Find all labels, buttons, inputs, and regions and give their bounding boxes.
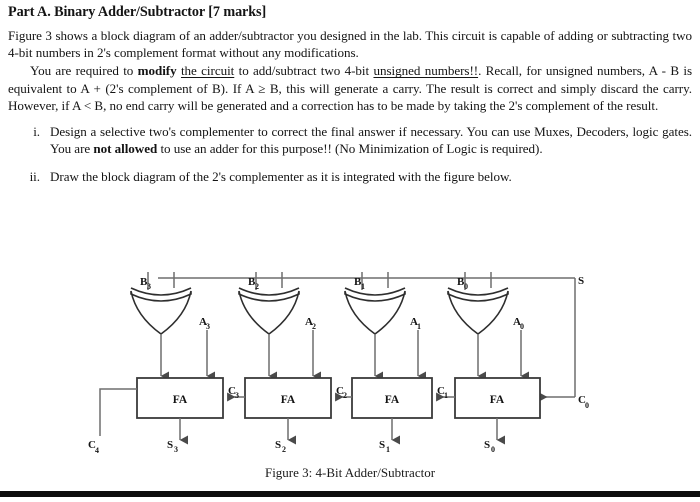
req-underline-the-circuit: the circuit [180,63,235,79]
req-text-a: You are required to [30,63,138,79]
figure-adder-subtractor: FA FA FA FA B 3 B 2 B 1 B 0 A 3 A 2 A 1 [0,258,700,502]
fa-label-1: FA [385,394,400,406]
label-s1-sub: 1 [386,445,390,454]
req-text-c: to add/subtract two 4-bit [234,63,374,79]
page-bottom-rule [0,491,700,497]
fa-label-2: FA [281,394,296,406]
label-s2: S [275,439,281,451]
label-c0-sub: 0 [585,401,589,410]
label-s1: S [379,439,385,451]
label-s-bus: S [578,275,584,287]
list-marker: i. [33,123,40,139]
fa-label-3: FA [173,394,188,406]
task-list: i. Design a selective two's complementer … [8,123,692,185]
label-a2-sub: 2 [312,322,316,331]
list-item: ii. Draw the block diagram of the 2's com… [8,168,692,185]
figure-caption: Figure 3: 4-Bit Adder/Subtractor [264,465,436,480]
list-item: i. Design a selective two's complementer … [8,123,692,157]
list-text-b: to use an adder for this purpose!! (No M… [157,140,543,156]
label-b1-sub: 1 [361,282,365,291]
paragraph-intro: Figure 3 shows a block diagram of an add… [8,28,692,61]
label-s0-sub: 0 [491,445,495,454]
circuit-diagram-svg: FA FA FA FA B 3 B 2 B 1 B 0 A 3 A 2 A 1 [88,272,589,455]
document-body: Part A. Binary Adder/Subtractor [7 marks… [8,4,692,196]
label-c4-sub: 4 [95,446,99,455]
list-text-bold: not allowed [93,140,158,156]
label-b2-sub: 2 [255,282,259,291]
label-b3-sub: 3 [147,282,151,291]
req-underline-unsigned-numbers: unsigned numbers!! [373,63,479,79]
label-s3-sub: 3 [174,445,178,454]
list-marker: ii. [29,168,40,184]
document-page: Part A. Binary Adder/Subtractor [7 marks… [0,0,700,502]
list-text-a: Draw the block diagram of the 2's comple… [50,168,512,184]
page-title: Part A. Binary Adder/Subtractor [7 marks… [8,4,267,20]
label-a3-sub: 3 [206,322,210,331]
req-bold-modify: modify [137,63,177,79]
wire-carry-out-c4 [99,388,137,436]
label-a1-sub: 1 [417,322,421,331]
label-b0-sub: 0 [464,282,468,291]
fa-label-0: FA [490,394,505,406]
label-s0: S [484,439,490,451]
label-c3-sub: 3 [235,391,239,400]
label-c1-sub: 1 [444,391,448,400]
paragraph-requirement: You are required to modify the circuit t… [8,62,692,113]
label-c2-sub: 2 [343,391,347,400]
label-s3: S [167,439,173,451]
label-s2-sub: 2 [282,445,286,454]
label-a0-sub: 0 [520,322,524,331]
